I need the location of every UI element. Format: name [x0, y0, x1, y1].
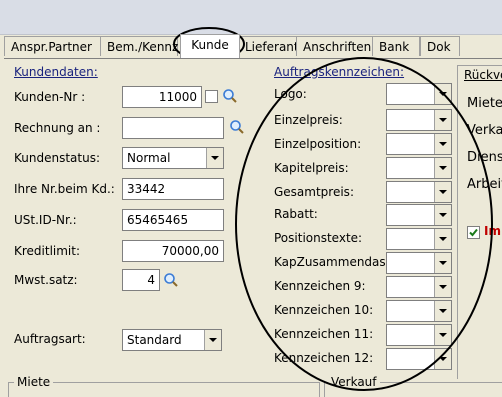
kunden-nr-label: Kunden-Nr :: [14, 90, 86, 104]
ustid-label: USt.ID-Nr.:: [14, 213, 77, 227]
highlight-oval-section: [235, 57, 493, 391]
tab-kunde[interactable]: Kunde: [180, 34, 240, 58]
auftragsart-value: Standard: [127, 333, 182, 347]
window-header: [0, 0, 502, 35]
kundenstatus-label: Kundenstatus:: [14, 151, 101, 165]
kundenstatus-value: Normal: [127, 151, 171, 165]
rechnung-an-label: Rechnung an :: [14, 121, 101, 135]
tab-anspr-partner[interactable]: Anspr.Partner: [4, 36, 104, 56]
kreditlimit-label: Kreditlimit:: [14, 244, 81, 258]
kunden-nr-field[interactable]: 11000: [122, 86, 202, 108]
tab-label: Kunde: [191, 38, 229, 52]
mwst-field[interactable]: 4: [122, 269, 160, 291]
miete-groupbox-title: Miete: [14, 375, 54, 389]
kundendaten-title: Kundendaten:: [14, 65, 98, 79]
tab-label: Anspr.Partner: [11, 40, 92, 54]
tab-bem-kennz[interactable]: Bem./Kennz: [100, 36, 178, 56]
auftragsart-label: Auftragsart:: [14, 332, 86, 346]
mwst-label: Mwst.satz:: [14, 273, 78, 287]
search-icon[interactable]: [163, 272, 179, 288]
ihre-nr-label: Ihre Nr.beim Kd.:: [14, 182, 115, 196]
tab-label: Bem./Kennz: [107, 40, 179, 54]
